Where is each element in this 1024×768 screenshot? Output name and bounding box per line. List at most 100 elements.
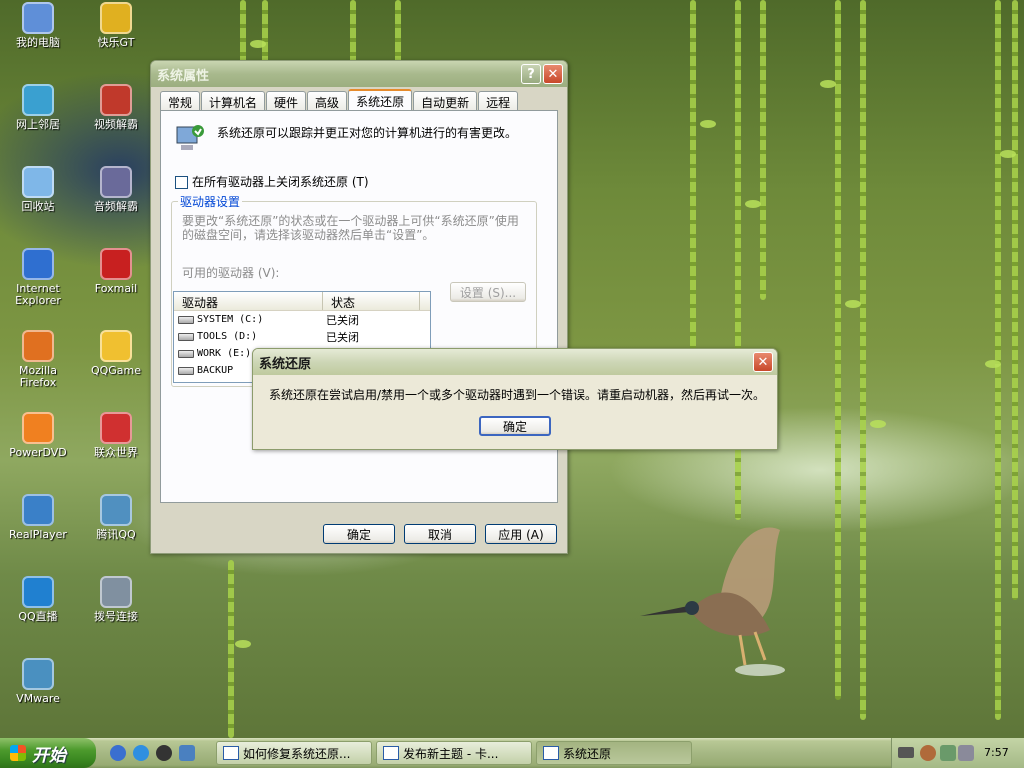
disable-restore-option[interactable]: 在所有驱动器上关闭系统还原 (T) <box>175 173 369 190</box>
system-tray: 7:57 <box>891 738 1024 768</box>
tab-general[interactable]: 常规 <box>160 91 201 111</box>
leaf <box>870 420 886 428</box>
desktop-shortcut[interactable]: 回收站 <box>0 166 76 213</box>
system-properties-window[interactable]: 系统属性 ? ✕ 常规 计算机名 硬件 高级 系统还原 自动更新 远程 系统还原… <box>150 60 568 554</box>
column-header-drive[interactable]: 驱动器 <box>174 292 323 310</box>
error-dialog-title: 系统还原 <box>259 356 312 372</box>
willow-branch <box>835 0 841 700</box>
media-player-quicklaunch-icon[interactable] <box>110 745 126 761</box>
desktop-shortcut[interactable]: Internet Explorer <box>0 248 76 307</box>
desktop-shortcut-label: 我的电脑 <box>16 36 60 49</box>
tab-hardware[interactable]: 硬件 <box>266 91 307 111</box>
security-tray-icon[interactable] <box>958 745 974 761</box>
drive-row[interactable]: SYSTEM (C:) 已关闭 <box>174 311 430 328</box>
desktop-shortcut[interactable]: 网上邻居 <box>0 84 76 131</box>
disable-restore-label: 在所有驱动器上关闭系统还原 (T) <box>192 175 369 189</box>
tab-automatic-updates[interactable]: 自动更新 <box>413 91 478 111</box>
desktop-shortcut[interactable]: 腾讯QQ <box>78 494 154 541</box>
taskbar-window-button[interactable]: 发布新主题 - 卡... <box>376 741 532 765</box>
desktop-shortcut[interactable]: QQ直播 <box>0 576 76 623</box>
window-icon <box>543 746 559 760</box>
ie-quicklaunch-icon[interactable] <box>133 745 149 761</box>
desktop-shortcut[interactable]: 联众世界 <box>78 412 154 459</box>
error-dialog-close-button[interactable]: ✕ <box>753 352 773 372</box>
qqgame-icon <box>100 330 132 362</box>
drive-status: 已关闭 <box>326 313 359 327</box>
network-tray-icon[interactable] <box>940 745 956 761</box>
tray-expand-icon[interactable] <box>920 745 936 761</box>
cancel-button[interactable]: 取消 <box>404 524 476 544</box>
desktop-shortcut[interactable]: RealPlayer <box>0 494 76 541</box>
tab-remote[interactable]: 远程 <box>478 91 519 111</box>
desktop-shortcut[interactable]: Mozilla Firefox <box>0 330 76 389</box>
column-header-status[interactable]: 状态 <box>323 292 420 310</box>
desktop-shortcut-label: 视频解霸 <box>94 118 138 131</box>
drive-name: WORK (E:) <box>197 348 252 359</box>
tab-advanced[interactable]: 高级 <box>307 91 348 111</box>
desktop-shortcut[interactable]: 我的电脑 <box>0 2 76 49</box>
settings-button[interactable]: 设置 (S)... <box>450 282 526 302</box>
disable-restore-checkbox[interactable] <box>175 176 188 189</box>
taskbar-window-button[interactable]: 系统还原 <box>536 741 692 765</box>
desktop-shortcut-label: 拨号连接 <box>94 610 138 623</box>
realplayer-icon <box>22 494 54 526</box>
recycle-bin-icon <box>22 166 54 198</box>
game-icon <box>100 2 132 34</box>
browser-quicklaunch-icon[interactable] <box>179 745 195 761</box>
desktop-shortcut[interactable]: 音频解霸 <box>78 166 154 213</box>
desktop-shortcut[interactable]: VMware <box>0 658 76 705</box>
tab-strip: 常规 计算机名 硬件 高级 系统还原 自动更新 远程 <box>160 89 519 113</box>
desktop-shortcut[interactable]: 快乐GT <box>78 2 154 49</box>
qq-icon <box>100 494 132 526</box>
leaf <box>250 40 266 48</box>
system-properties-titlebar[interactable]: 系统属性 ? ✕ <box>151 61 567 87</box>
taskbar: 开始 如何修复系统还原... 发布新主题 - 卡... 系统还原 7:57 <box>0 738 1024 768</box>
start-label: 开始 <box>32 745 66 766</box>
available-drives-label: 可用的驱动器 (V): <box>182 266 280 280</box>
drive-settings-title: 驱动器设置 <box>178 193 243 210</box>
leaf <box>845 300 861 308</box>
desktop-shortcut-label: 回收站 <box>21 200 55 213</box>
ok-button[interactable]: 确定 <box>323 524 395 544</box>
desktop-shortcut[interactable]: PowerDVD <box>0 412 76 459</box>
leaf <box>235 640 251 648</box>
desktop-shortcut-label: 联众世界 <box>94 446 138 459</box>
drive-icon <box>178 349 194 358</box>
desktop-shortcut[interactable]: 视频解霸 <box>78 84 154 131</box>
drive-icon <box>178 366 194 375</box>
apply-button[interactable]: 应用 (A) <box>485 524 557 544</box>
desktop-shortcut-label: QQ直播 <box>18 610 58 623</box>
window-icon <box>223 746 239 760</box>
clock[interactable]: 7:57 <box>984 746 1009 759</box>
keyboard-tray-icon[interactable] <box>898 747 914 758</box>
drive-list-header: 驱动器 状态 <box>174 292 430 311</box>
desktop-shortcut-label: 腾讯QQ <box>96 528 136 541</box>
start-button[interactable]: 开始 <box>0 738 96 768</box>
system-restore-error-dialog[interactable]: 系统还原 ✕ 系统还原在尝试启用/禁用一个或多个驱动器时遇到一个错误。请重启动机… <box>252 348 778 450</box>
vmware-icon <box>22 658 54 690</box>
desktop-shortcut-label: QQGame <box>90 364 142 377</box>
leaf <box>820 80 836 88</box>
qq-live-icon <box>22 576 54 608</box>
qq-quicklaunch-icon[interactable] <box>156 745 172 761</box>
firefox-icon <box>22 330 54 362</box>
taskbar-window-label: 系统还原 <box>563 746 612 761</box>
drive-name: TOOLS (D:) <box>197 331 258 342</box>
help-button[interactable]: ? <box>521 64 541 84</box>
heron-bird <box>640 527 785 676</box>
willow-branch <box>760 0 766 300</box>
tab-computer-name[interactable]: 计算机名 <box>201 91 266 111</box>
error-ok-button[interactable]: 确定 <box>479 416 551 436</box>
taskbar-window-button[interactable]: 如何修复系统还原... <box>216 741 372 765</box>
desktop-shortcut[interactable]: Foxmail <box>78 248 154 295</box>
error-dialog-titlebar[interactable]: 系统还原 ✕ <box>253 349 777 375</box>
foxmail-icon <box>100 248 132 280</box>
video-player-icon <box>100 84 132 116</box>
desktop-shortcut[interactable]: QQGame <box>78 330 154 377</box>
close-button[interactable]: ✕ <box>543 64 563 84</box>
powerdvd-icon <box>22 412 54 444</box>
desktop-shortcut-label: RealPlayer <box>9 528 67 541</box>
drive-row[interactable]: TOOLS (D:) 已关闭 <box>174 328 430 345</box>
error-message: 系统还原在尝试启用/禁用一个或多个驱动器时遇到一个错误。请重启动机器，然后再试一… <box>269 388 766 402</box>
desktop-shortcut[interactable]: 拨号连接 <box>78 576 154 623</box>
